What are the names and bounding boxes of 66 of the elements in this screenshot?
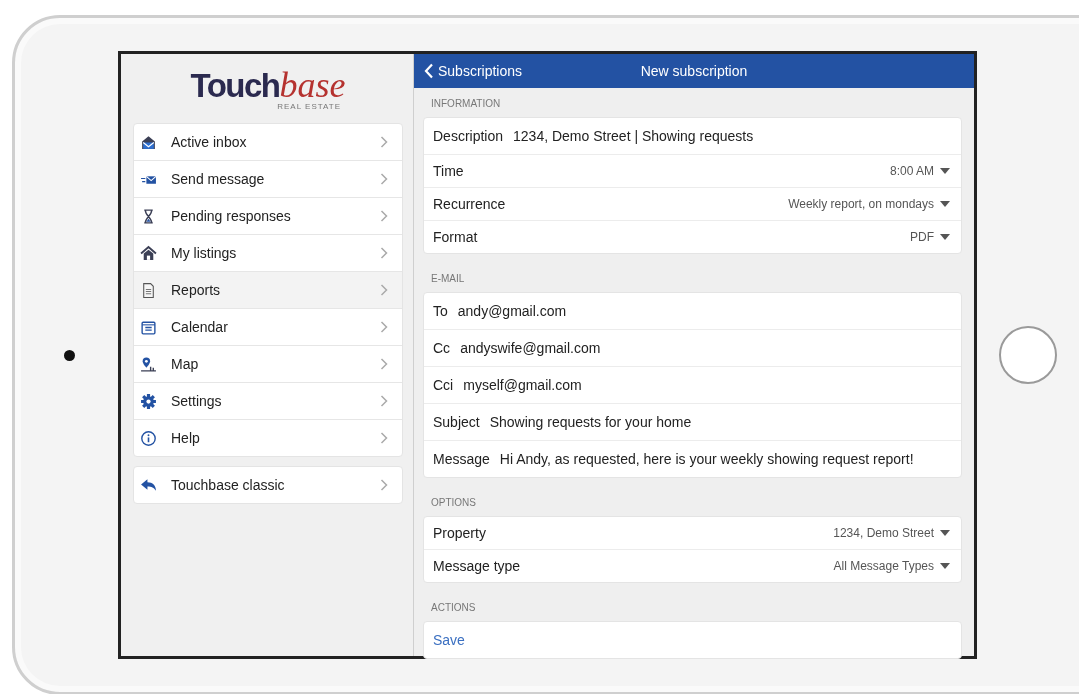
menu-item[interactable]: Reports (134, 271, 402, 308)
chevron-right-icon (380, 247, 388, 259)
chevron-right-icon (380, 358, 388, 370)
field-label: Property (433, 525, 486, 541)
house-icon (140, 244, 157, 262)
field-label: Format (433, 229, 478, 245)
info-icon (140, 429, 157, 447)
text-field[interactable]: myself@gmail.com (463, 377, 582, 393)
document-icon (140, 281, 157, 299)
settings-icon (140, 392, 157, 410)
text-field[interactable]: andy@gmail.com (457, 303, 567, 319)
caret-down-icon (940, 530, 950, 536)
menu-item[interactable]: Calendar (134, 308, 402, 345)
select-dropdown[interactable]: Weekly report, on mondays (788, 197, 950, 211)
select-dropdown[interactable]: PDF (910, 230, 950, 244)
menu-item[interactable]: Touchbase classic (134, 467, 402, 503)
calendar-icon (140, 318, 157, 336)
camera-dot (64, 349, 75, 361)
menu-item[interactable]: Active inbox (134, 124, 402, 160)
inbox-icon (140, 133, 157, 151)
text-field[interactable]: Showing requests for your home (489, 414, 692, 430)
caret-down-icon (940, 234, 950, 240)
chevron-right-icon (380, 321, 388, 333)
select-dropdown[interactable]: 1234, Demo Street (833, 526, 950, 540)
save-button[interactable]: Save (433, 632, 465, 648)
menu-item[interactable]: Send message (134, 160, 402, 197)
logo-tagline: REAL ESTATE (277, 102, 341, 111)
logo-accent-text: base (279, 64, 346, 105)
field-label: Subject (433, 414, 480, 430)
caret-down-icon (940, 563, 950, 569)
chevron-right-icon (380, 284, 388, 296)
field-label: Cc (433, 340, 451, 356)
text-field[interactable]: Hi Andy, as requested, here is your weekly showing request report! (499, 451, 914, 467)
text-field[interactable]: 1234, Demo Street | Showing requests (513, 128, 754, 144)
map-pin-icon (140, 355, 157, 373)
text-field[interactable]: andyswife@gmail.com (460, 340, 601, 356)
menu-item[interactable]: Settings (134, 382, 402, 419)
chevron-left-icon (424, 63, 434, 79)
menu-item[interactable]: Map (134, 345, 402, 382)
chevron-right-icon (380, 432, 388, 444)
section-heading: INFORMATION (430, 97, 502, 111)
chevron-right-icon (380, 136, 388, 148)
home-button[interactable] (999, 326, 1057, 384)
caret-down-icon (940, 168, 950, 174)
field-label: To (433, 303, 448, 319)
logo-text: Touch (190, 67, 280, 104)
field-label: Description (433, 128, 504, 144)
chevron-right-icon (380, 173, 388, 185)
chevron-right-icon (380, 479, 388, 491)
select-dropdown[interactable]: All Message Types (833, 559, 950, 573)
field-label: Time (433, 163, 464, 179)
chevron-right-icon (380, 395, 388, 407)
screen-title: New subscription (640, 63, 748, 79)
chevron-right-icon (380, 210, 388, 222)
section-heading: ACTIONS (430, 601, 477, 615)
field-label: Message type (433, 558, 521, 574)
caret-down-icon (940, 201, 950, 207)
field-label: Message (433, 451, 490, 467)
section-heading: OPTIONS (430, 496, 477, 510)
field-label: Recurrence (433, 196, 506, 212)
menu-item[interactable]: Help (134, 419, 402, 456)
menu-item[interactable]: Pending responses (134, 197, 402, 234)
section-heading: E-MAIL (430, 272, 466, 286)
field-label: Cci (433, 377, 454, 393)
select-dropdown[interactable]: 8:00 AM (889, 164, 950, 178)
back-link[interactable]: Subscriptions (424, 63, 641, 79)
